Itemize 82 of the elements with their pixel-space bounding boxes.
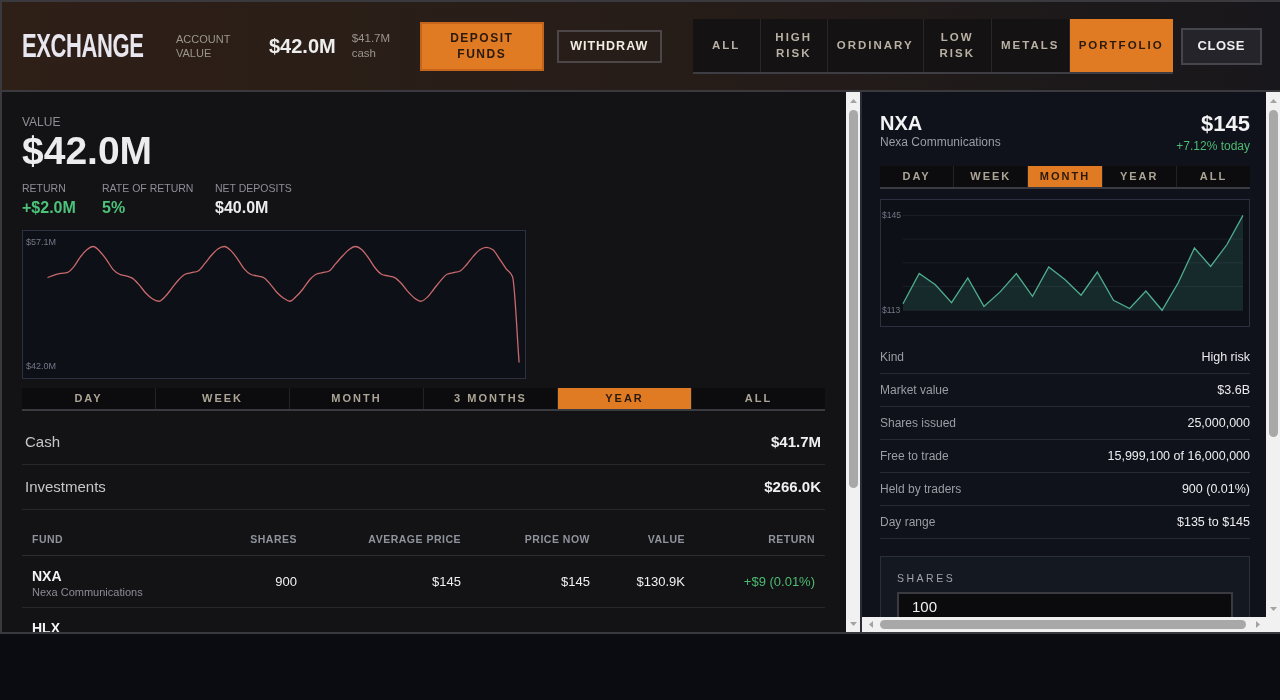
balance-label: Cash [24, 431, 61, 452]
fund-name: Nexa Communications [32, 585, 144, 599]
axis-label: $57.1M [26, 237, 57, 248]
column-header: AVERAGE PRICE [367, 533, 461, 546]
fact-label: Market value [880, 382, 949, 399]
column-header: FUND [31, 533, 65, 546]
category-tab[interactable]: ORDINARY [826, 18, 923, 72]
column-header: SHARES [249, 533, 297, 546]
fund-symbol: NXA [32, 568, 63, 585]
fact-value: High risk [1201, 348, 1250, 366]
close-button[interactable]: CLOSE [1180, 27, 1262, 65]
scrollbar-thumb[interactable] [1268, 110, 1278, 437]
down-arrow-icon[interactable] [849, 621, 857, 626]
stat-value: 5% [102, 198, 127, 217]
range-tab[interactable]: DAY [880, 166, 954, 187]
fact-label: Shares issued [880, 415, 957, 432]
fact-value: 25,000,000 [1187, 414, 1250, 432]
cash-label: cash [351, 46, 377, 61]
vertical-scrollbar[interactable] [1266, 92, 1280, 617]
axis-label: $113 [882, 305, 901, 316]
category-tab[interactable]: PORTFOLIO [1068, 18, 1173, 72]
column-header: VALUE [646, 533, 685, 546]
company-name: Nexa Communications [880, 135, 1001, 150]
down-arrow-icon[interactable] [1269, 606, 1277, 611]
category-tab[interactable]: METALS [990, 18, 1069, 72]
fact-value: $135 to $145 [1177, 513, 1250, 531]
table-cell-text: $145 [431, 573, 461, 590]
range-tab[interactable]: YEAR [557, 388, 691, 409]
balance-label: Investments [24, 476, 106, 497]
balance-value: $41.7M [770, 431, 822, 452]
stat-label: RETURN [22, 182, 67, 195]
stat-value: $40.0M [215, 198, 270, 217]
range-tab[interactable]: MONTH [289, 388, 423, 409]
table-cell-text: +$9 (0.01%) [742, 573, 816, 590]
fact-value: $3.6B [1217, 381, 1250, 399]
fact-label: Free to trade [880, 448, 949, 465]
stock-price: $145 [1201, 111, 1250, 137]
column-header: RETURN [767, 533, 816, 546]
cash-value: $41.7M [351, 31, 392, 46]
portfolio-value: $42.0M [22, 130, 154, 172]
shares-input[interactable]: 100 [897, 592, 1233, 617]
scrollbar-thumb[interactable] [848, 110, 858, 488]
vertical-scrollbar[interactable] [846, 92, 860, 632]
stat-label: RATE OF RETURN [102, 182, 195, 195]
right-arrow-icon[interactable] [1255, 621, 1260, 628]
column-header: PRICE NOW [523, 533, 590, 546]
logo: EXCHANGE [22, 29, 145, 63]
axis-label: $42.0M [26, 360, 57, 371]
fact-label: Held by traders [880, 481, 962, 498]
scrollbar-thumb[interactable] [880, 620, 1246, 629]
fact-value: 900 (0.01%) [1181, 480, 1250, 498]
up-arrow-icon[interactable] [1269, 98, 1277, 103]
horizontal-scrollbar[interactable] [862, 617, 1266, 632]
left-arrow-icon[interactable] [868, 621, 873, 628]
category-tab[interactable]: HIGH RISK [759, 18, 827, 72]
range-tab[interactable]: ALL [1175, 166, 1250, 187]
range-tab[interactable]: ALL [691, 388, 825, 409]
value-label: VALUE [22, 115, 62, 129]
shares-label: SHARES [897, 572, 957, 585]
category-tab[interactable]: ALL [692, 18, 760, 72]
range-tab[interactable]: YEAR [1101, 166, 1176, 187]
balance-value: $266.0K [764, 476, 822, 497]
stat-value: +$2.0M [22, 198, 77, 217]
range-tab[interactable]: WEEK [155, 388, 289, 409]
account-value-label: ACCOUNT VALUE [176, 32, 232, 60]
withdraw-button[interactable]: WITHDRAW [556, 29, 662, 63]
stock-symbol: NXA [880, 111, 924, 135]
stat-label: NET DEPOSITS [215, 182, 293, 195]
axis-label: $145 [882, 210, 901, 221]
table-cell-text: $145 [560, 573, 590, 590]
price-change: +7.12% today [1176, 139, 1250, 154]
up-arrow-icon[interactable] [849, 98, 857, 103]
table-cell-text: $130.9K [635, 573, 685, 590]
range-tab[interactable]: DAY [22, 388, 155, 409]
fact-value: 15,999,100 of 16,000,000 [1107, 447, 1250, 465]
fact-label: Kind [880, 349, 905, 366]
account-value: $42.0M [269, 34, 336, 58]
category-tab[interactable]: LOW RISK [922, 18, 991, 72]
range-tab[interactable]: MONTH [1027, 166, 1102, 187]
fact-label: Day range [880, 514, 936, 531]
deposit-button[interactable]: DEPOSIT FUNDS [419, 21, 544, 71]
table-cell-text: 900 [274, 573, 297, 590]
